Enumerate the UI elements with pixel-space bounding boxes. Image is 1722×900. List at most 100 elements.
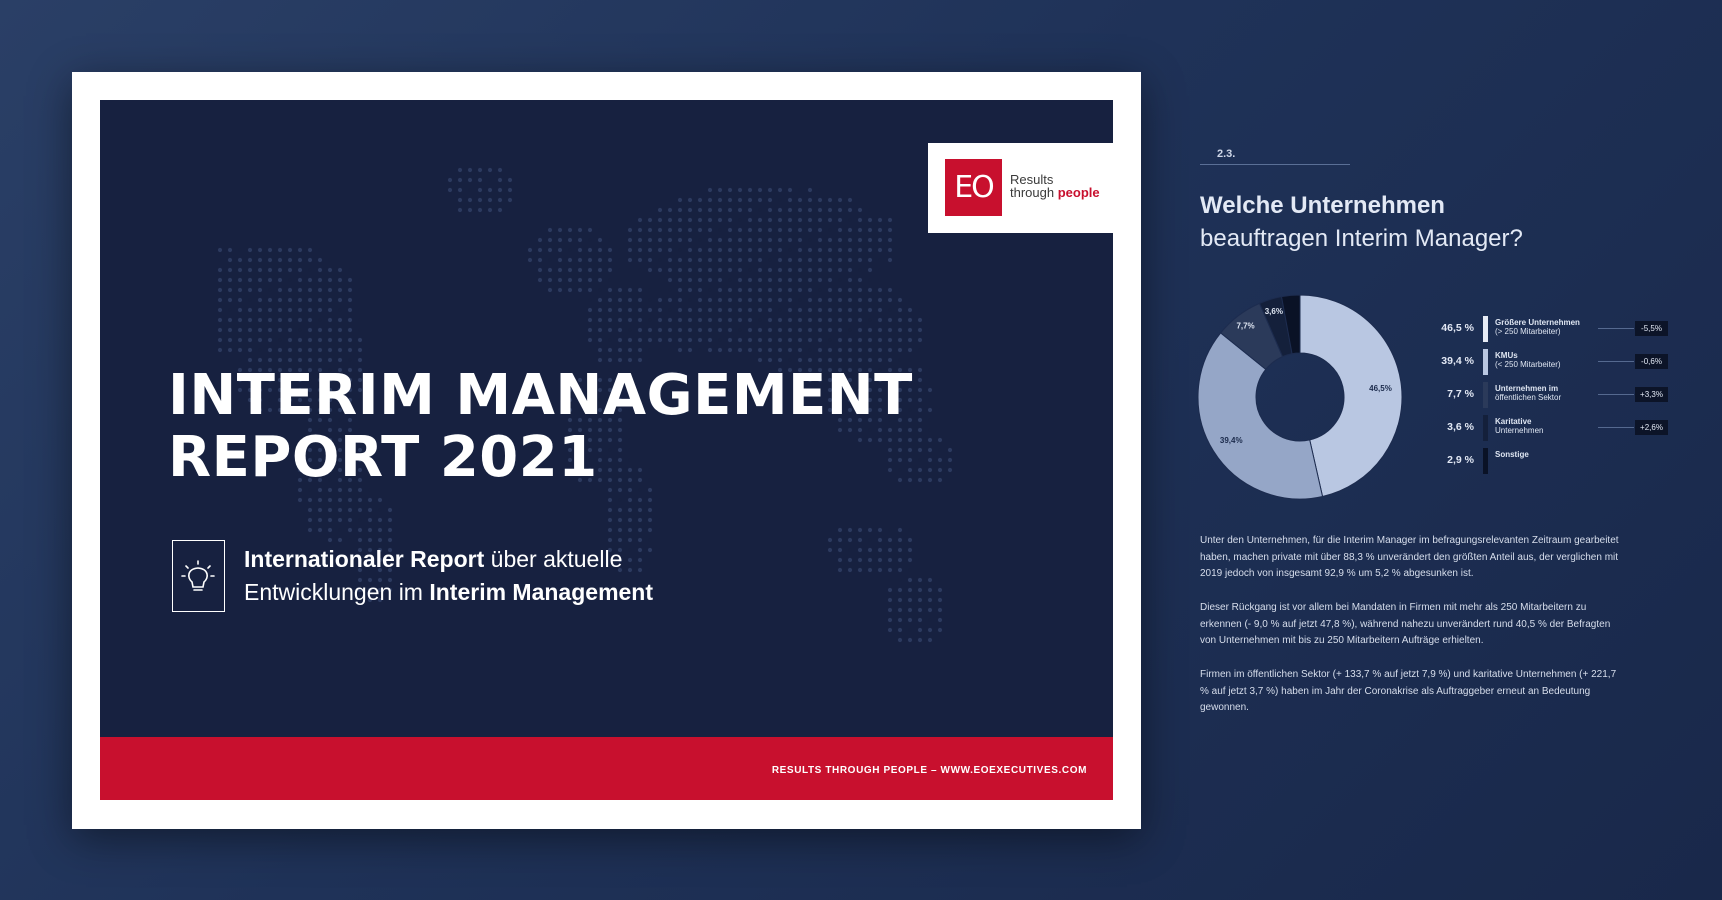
map-dot	[878, 548, 882, 552]
map-dot	[728, 218, 732, 222]
map-dot	[668, 228, 672, 232]
map-dot	[708, 338, 712, 342]
map-dot	[908, 608, 912, 612]
map-dot	[588, 248, 592, 252]
map-dot	[938, 458, 942, 462]
map-dot	[798, 348, 802, 352]
map-dot	[308, 498, 312, 502]
map-dot	[498, 198, 502, 202]
map-dot	[678, 258, 682, 262]
map-dot	[878, 318, 882, 322]
map-dot	[258, 318, 262, 322]
map-dot	[318, 498, 322, 502]
map-dot	[868, 218, 872, 222]
map-dot	[348, 318, 352, 322]
map-dot	[658, 208, 662, 212]
map-dot	[288, 318, 292, 322]
map-dot	[578, 278, 582, 282]
map-dot	[788, 238, 792, 242]
map-dot	[898, 568, 902, 572]
map-dot	[878, 348, 882, 352]
map-dot	[788, 198, 792, 202]
map-dot	[698, 318, 702, 322]
map-dot	[778, 318, 782, 322]
map-dot	[908, 318, 912, 322]
map-dot	[298, 268, 302, 272]
map-dot	[358, 538, 362, 542]
map-dot	[658, 218, 662, 222]
map-dot	[898, 318, 902, 322]
map-dot	[558, 268, 562, 272]
legend-swatch	[1483, 382, 1488, 408]
map-dot	[368, 508, 372, 512]
map-dot	[878, 328, 882, 332]
map-dot	[888, 258, 892, 262]
map-dot	[308, 518, 312, 522]
map-dot	[728, 298, 732, 302]
map-dot	[928, 588, 932, 592]
map-dot	[848, 338, 852, 342]
map-dot	[878, 528, 882, 532]
map-dot	[368, 498, 372, 502]
map-dot	[898, 328, 902, 332]
map-dot	[908, 538, 912, 542]
map-dot	[228, 318, 232, 322]
legend-swatch	[1483, 316, 1488, 342]
map-dot	[698, 288, 702, 292]
map-dot	[338, 278, 342, 282]
map-dot	[308, 288, 312, 292]
map-dot	[618, 298, 622, 302]
map-dot	[708, 298, 712, 302]
map-dot	[928, 438, 932, 442]
map-dot	[458, 178, 462, 182]
map-dot	[938, 608, 942, 612]
map-dot	[688, 288, 692, 292]
map-dot	[808, 358, 812, 362]
map-dot	[678, 208, 682, 212]
map-dot	[338, 498, 342, 502]
map-dot	[848, 278, 852, 282]
map-dot	[338, 538, 342, 542]
map-dot	[328, 268, 332, 272]
map-dot	[848, 568, 852, 572]
donut-chart: 46,5%39,4%7,7%3,6%	[1195, 292, 1405, 502]
map-dot	[888, 298, 892, 302]
legend-value: 46,5 %	[1430, 322, 1474, 334]
map-dot	[328, 298, 332, 302]
map-dot	[648, 228, 652, 232]
cover-footer-text: RESULTS THROUGH PEOPLE – WWW.EOEXECUTIVE…	[772, 765, 1087, 776]
map-dot	[298, 498, 302, 502]
map-dot	[288, 258, 292, 262]
map-dot	[708, 318, 712, 322]
map-dot	[738, 198, 742, 202]
map-dot	[568, 288, 572, 292]
map-dot	[488, 168, 492, 172]
map-dot	[648, 258, 652, 262]
map-dot	[768, 228, 772, 232]
map-dot	[308, 308, 312, 312]
map-dot	[548, 238, 552, 242]
map-dot	[798, 328, 802, 332]
map-dot	[588, 278, 592, 282]
map-dot	[798, 258, 802, 262]
map-dot	[248, 338, 252, 342]
map-dot	[228, 338, 232, 342]
map-dot	[668, 218, 672, 222]
map-dot	[888, 288, 892, 292]
map-dot	[738, 278, 742, 282]
map-dot	[818, 208, 822, 212]
map-dot	[748, 198, 752, 202]
map-dot	[928, 458, 932, 462]
legend-row: 46,5 %Größere Unternehmen(> 250 Mitarbei…	[1430, 316, 1690, 344]
map-dot	[458, 168, 462, 172]
map-dot	[358, 498, 362, 502]
map-dot	[888, 318, 892, 322]
map-dot	[938, 628, 942, 632]
map-dot	[308, 358, 312, 362]
map-dot	[728, 348, 732, 352]
map-dot	[908, 588, 912, 592]
legend-value: 39,4 %	[1430, 355, 1474, 367]
map-dot	[238, 258, 242, 262]
map-dot	[948, 458, 952, 462]
map-dot	[788, 228, 792, 232]
